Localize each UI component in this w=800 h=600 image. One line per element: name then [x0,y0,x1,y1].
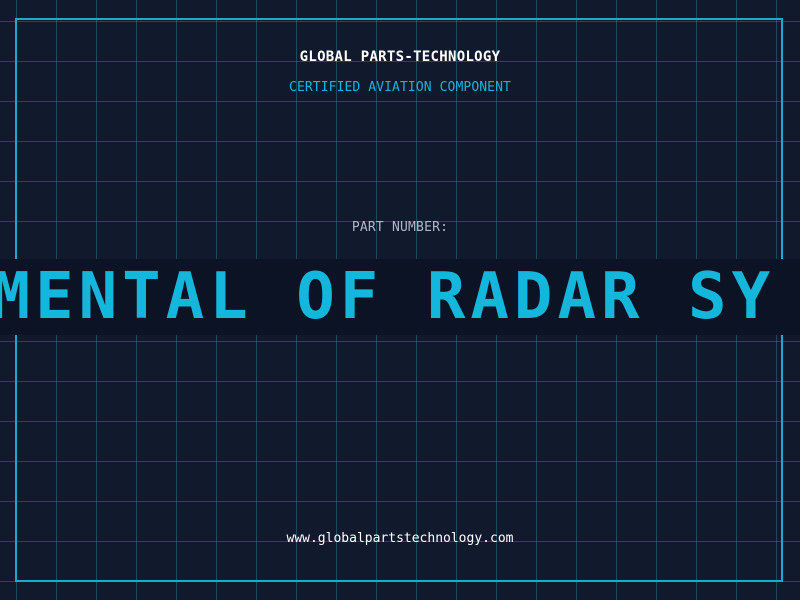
part-number-marquee: AMENTAL OF RADAR SY [0,259,800,335]
brand-title: GLOBAL PARTS-TECHNOLOGY [299,49,501,65]
website-url: www.globalpartstechnology.com [286,531,514,546]
part-number-value: AMENTAL OF RADAR SY [0,260,776,334]
certification-subtitle: CERTIFIED AVIATION COMPONENT [289,80,511,95]
part-number-label: PART NUMBER: [351,220,449,235]
part-display-screen: GLOBAL PARTS-TECHNOLOGY CERTIFIED AVIATI… [0,0,800,600]
